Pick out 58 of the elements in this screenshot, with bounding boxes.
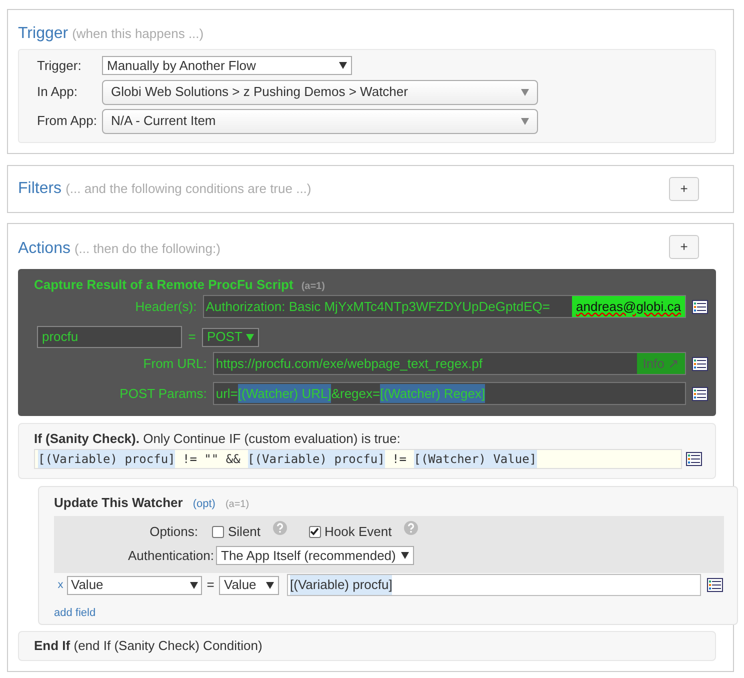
add-button[interactable]: + [669, 176, 699, 200]
field-label: In App: [37, 83, 78, 102]
section-title: Actions [18, 238, 70, 258]
field-label: POST Params: [118, 384, 208, 403]
select-field[interactable]: Value [219, 576, 279, 594]
headers-field[interactable]: Authorization: Basic MjYxMTc4NTp3WFZDYUpDeGptdEQ= andreas@globi.ca [202, 295, 686, 318]
select-field[interactable]: Globi Web Solutions > z Pushing Demos > Watcher [102, 80, 538, 104]
section-hint: (... and the following conditions are true ...) [66, 180, 312, 198]
action-count: (a=1) [301, 280, 325, 294]
action-title: Update This Watcher [54, 494, 183, 512]
checkbox-label: Silent [228, 523, 261, 541]
optional-link[interactable]: (opt) [192, 496, 216, 512]
select-field[interactable]: Manually by Another Flow [102, 56, 352, 76]
check-icon [310, 527, 320, 536]
field-label: From URL: [142, 354, 208, 373]
caret-icon [190, 582, 198, 588]
select-field[interactable]: Value [67, 576, 202, 594]
equals-sign: = [187, 328, 197, 346]
end-if-text: End If (end If (Sanity Check) Condition) [34, 636, 262, 655]
add-field-link[interactable]: add field [54, 607, 96, 619]
section-title: Trigger [18, 24, 68, 44]
list-icon[interactable] [692, 300, 708, 314]
caret-icon [339, 62, 347, 70]
caret-icon [400, 552, 409, 559]
checkbox[interactable] [308, 526, 321, 538]
field-label: From App: [37, 112, 98, 130]
expression-field[interactable]: [(Variable) procfu] [287, 574, 701, 596]
list-icon[interactable] [707, 578, 723, 592]
condition-field[interactable]: [(Variable) procfu] != "" && [(Variable) procfu] != [(Watcher) Value] [34, 449, 682, 469]
condition-text: If (Sanity Check). Only Continue IF (custom evaluation) is true: [34, 430, 402, 448]
caret-icon [266, 582, 274, 588]
action-title: Capture Result of a Remote ProcFu Script [34, 276, 294, 294]
checkbox-label: Hook Event [324, 523, 392, 541]
field-label: Authentication: [126, 546, 215, 564]
action-count: (a=1) [225, 498, 250, 512]
user-chip: andreas@globi.ca [572, 296, 685, 317]
select-field[interactable]: The App Itself (recommended) [216, 546, 414, 565]
method-select[interactable]: POST [202, 328, 260, 346]
list-icon[interactable] [692, 386, 708, 400]
equals-sign: = [206, 576, 216, 594]
section-title: Filters [18, 179, 62, 199]
caret-icon [521, 88, 529, 96]
caret-icon [521, 118, 529, 124]
section-hint: (... then do the following:) [74, 240, 220, 258]
url-field[interactable]: https://procfu.com/exe/webpage_text_regex.pf Info ↗ [212, 352, 686, 375]
add-button[interactable]: + [669, 234, 699, 258]
checkbox[interactable] [212, 526, 224, 538]
field-label: Options: [148, 523, 199, 541]
params-field[interactable]: url=[(Watcher) URL]&regex=[(Watcher) Regex] [212, 382, 686, 405]
section-hint: (when this happens ...) [72, 25, 204, 43]
field-label: Header(s): [134, 298, 198, 316]
variable-field[interactable]: procfu [37, 326, 182, 348]
select-field[interactable]: N/A - Current Item [102, 108, 538, 134]
caret-icon [246, 334, 254, 340]
list-icon[interactable] [692, 356, 708, 370]
list-icon[interactable] [686, 452, 702, 466]
remove-link[interactable]: x [54, 576, 67, 594]
field-label: Trigger: [37, 57, 82, 75]
